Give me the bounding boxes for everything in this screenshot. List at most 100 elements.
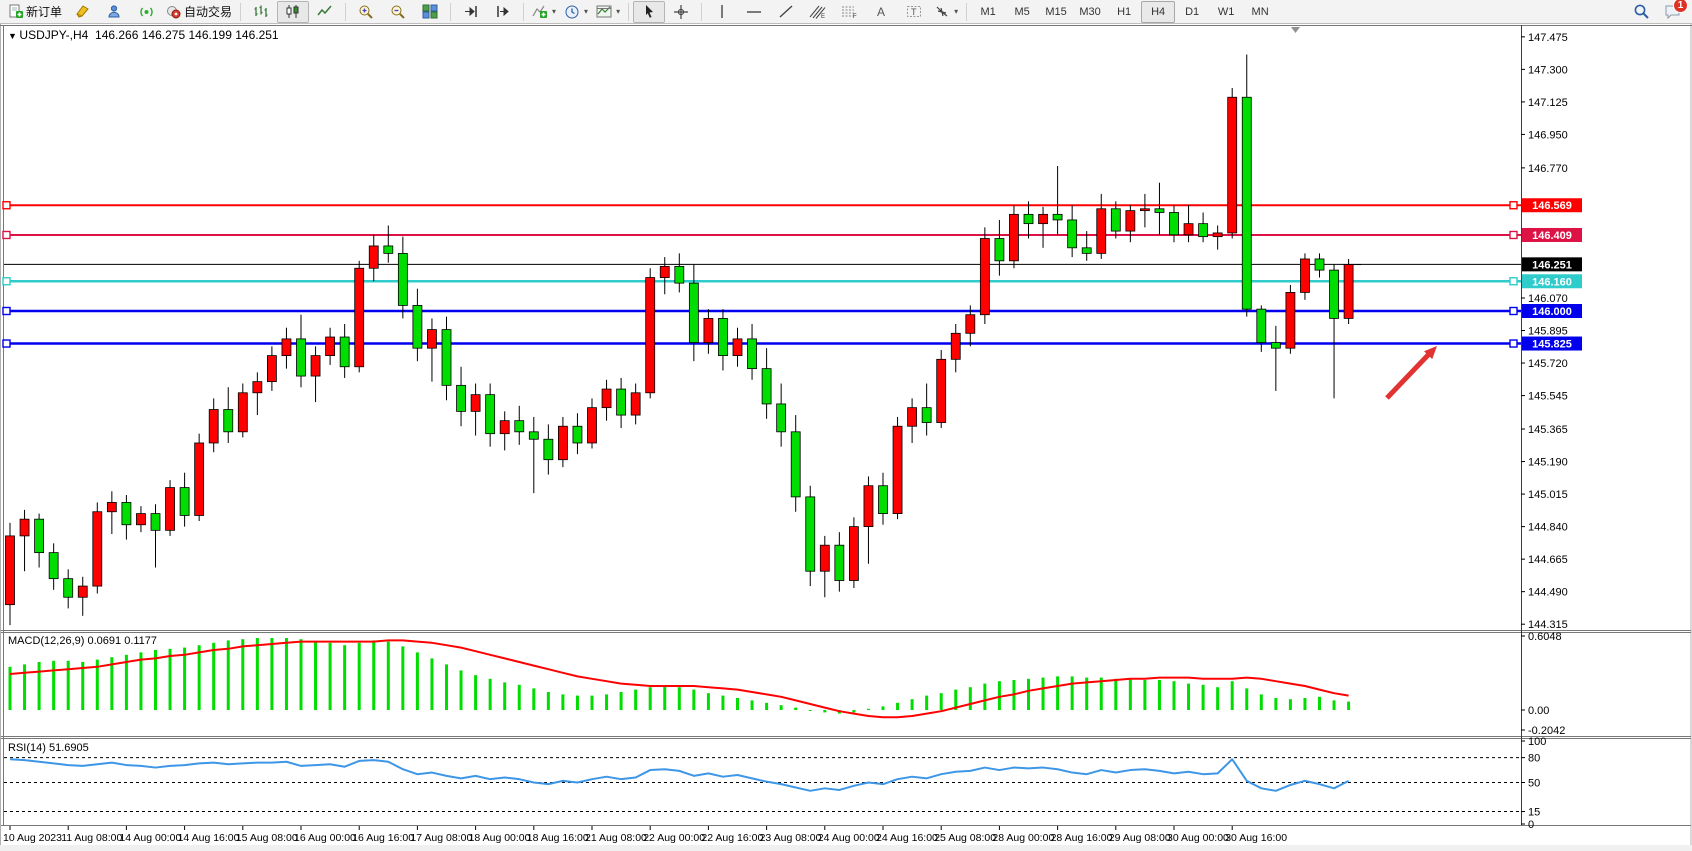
templates-button[interactable]: ▾ <box>592 1 624 23</box>
macd-axis-label: 0.6048 <box>1528 631 1562 643</box>
candle-chart-button[interactable] <box>277 1 309 23</box>
search-icon[interactable] <box>1633 3 1650 20</box>
fibonacci-icon: F <box>841 4 859 19</box>
timeframe-H4[interactable]: H4 <box>1141 1 1175 23</box>
macd-bar <box>38 662 41 710</box>
horizontal-line-tool-button[interactable] <box>738 1 770 23</box>
macd-bar <box>212 643 215 710</box>
candle-body <box>1271 343 1280 349</box>
hline-right-anchor[interactable] <box>1510 231 1517 238</box>
auto-scroll-button[interactable] <box>455 1 487 23</box>
candle-body <box>849 527 858 581</box>
signal-icon <box>139 4 154 19</box>
channel-tool-button[interactable]: E <box>802 1 834 23</box>
hline-left-anchor[interactable] <box>3 340 10 347</box>
candle-body <box>908 408 917 427</box>
price-tick-label: 144.840 <box>1528 522 1568 534</box>
toolbar-right-group: 1 <box>1633 3 1682 20</box>
autotrade-button[interactable]: 自动交易 <box>162 1 236 23</box>
macd-bar <box>23 664 26 710</box>
macd-bar <box>925 696 928 710</box>
macd-bar <box>998 681 1001 710</box>
zoom-out-button[interactable] <box>382 1 414 23</box>
candle-body <box>1126 211 1135 231</box>
macd-bar <box>1042 678 1045 710</box>
candle-body <box>1009 214 1018 260</box>
macd-bar <box>605 694 608 710</box>
timeframe-W1[interactable]: W1 <box>1209 1 1243 23</box>
time-tick-label: 28 Aug 00:00 <box>992 832 1054 844</box>
candle-body <box>1097 209 1106 254</box>
text-tool-button[interactable]: A <box>866 1 898 23</box>
chart-shift-button[interactable] <box>487 1 519 23</box>
candle-body <box>573 426 582 443</box>
symbol-dropdown-arrow[interactable]: ▼ <box>8 31 19 41</box>
trendline-tool-button[interactable] <box>770 1 802 23</box>
timeframe-H1[interactable]: H1 <box>1107 1 1141 23</box>
hline-right-anchor[interactable] <box>1510 340 1517 347</box>
hline-left-anchor[interactable] <box>3 202 10 209</box>
timeframe-menu-button[interactable]: ▾ <box>560 1 592 23</box>
candle-body <box>1242 97 1251 309</box>
chart-shift-icon <box>495 4 511 19</box>
cursor-tool-button[interactable] <box>633 1 665 23</box>
styler-button[interactable] <box>66 1 98 23</box>
hline-left-anchor[interactable] <box>3 278 10 285</box>
vertical-line-tool-button[interactable] <box>706 1 738 23</box>
candle-body <box>791 432 800 497</box>
candle-body <box>224 410 233 432</box>
price-chart-canvas[interactable]: 147.475147.300147.125146.950146.770146.0… <box>0 24 1692 851</box>
macd-bar <box>460 670 463 710</box>
price-tick-label: 145.015 <box>1528 489 1568 501</box>
crosshair-tool-button[interactable] <box>665 1 697 23</box>
timeframe-M30[interactable]: M30 <box>1073 1 1107 23</box>
line-chart-button[interactable] <box>309 1 341 23</box>
macd-bar <box>547 692 550 710</box>
macd-bar <box>474 675 477 710</box>
candle-body <box>1330 270 1339 318</box>
candle-body <box>369 246 378 268</box>
timeframe-D1[interactable]: D1 <box>1175 1 1209 23</box>
time-tick-label: 24 Aug 16:00 <box>876 832 938 844</box>
new-order-button[interactable]: 新订单 <box>4 1 66 23</box>
hline-right-anchor[interactable] <box>1510 202 1517 209</box>
hline-right-anchor[interactable] <box>1510 278 1517 285</box>
text-label-tool-button[interactable]: T <box>898 1 930 23</box>
timeframe-MN[interactable]: MN <box>1243 1 1277 23</box>
fibonacci-tool-button[interactable]: F <box>834 1 866 23</box>
candle-body <box>326 337 335 356</box>
window-bottom-strip <box>0 845 1692 851</box>
candle-body <box>748 339 757 369</box>
candle-body <box>93 512 102 586</box>
timeframe-M5[interactable]: M5 <box>1005 1 1039 23</box>
price-tick-label: 147.125 <box>1528 97 1568 109</box>
bar-chart-button[interactable] <box>245 1 277 23</box>
notifications-button[interactable]: 1 <box>1664 4 1682 20</box>
macd-bar <box>1027 679 1030 710</box>
profiles-button[interactable] <box>98 1 130 23</box>
candle-body <box>588 408 597 443</box>
macd-bar <box>518 685 521 710</box>
autotrade-icon <box>166 4 181 19</box>
svg-text:A: A <box>877 5 885 19</box>
price-tick-label: 146.770 <box>1528 163 1568 175</box>
candle-body <box>355 268 364 367</box>
macd-bar <box>1173 681 1176 710</box>
timeframe-M1[interactable]: M1 <box>971 1 1005 23</box>
candle-body <box>122 502 131 524</box>
candle-body <box>1315 259 1324 270</box>
signal-button[interactable] <box>130 1 162 23</box>
hline-right-anchor[interactable] <box>1510 308 1517 315</box>
indicators-button[interactable]: ▾ <box>528 1 560 23</box>
macd-bar <box>198 645 201 710</box>
rsi-axis-label: 0 <box>1528 819 1534 831</box>
tile-windows-button[interactable] <box>414 1 446 23</box>
zoom-in-button[interactable] <box>350 1 382 23</box>
timeframe-M15[interactable]: M15 <box>1039 1 1073 23</box>
hline-left-anchor[interactable] <box>3 231 10 238</box>
macd-bar <box>1303 698 1306 710</box>
arrows-tool-button[interactable]: ▾ <box>930 1 962 23</box>
hline-left-anchor[interactable] <box>3 308 10 315</box>
macd-bar <box>852 710 855 712</box>
candle-body <box>20 519 29 536</box>
